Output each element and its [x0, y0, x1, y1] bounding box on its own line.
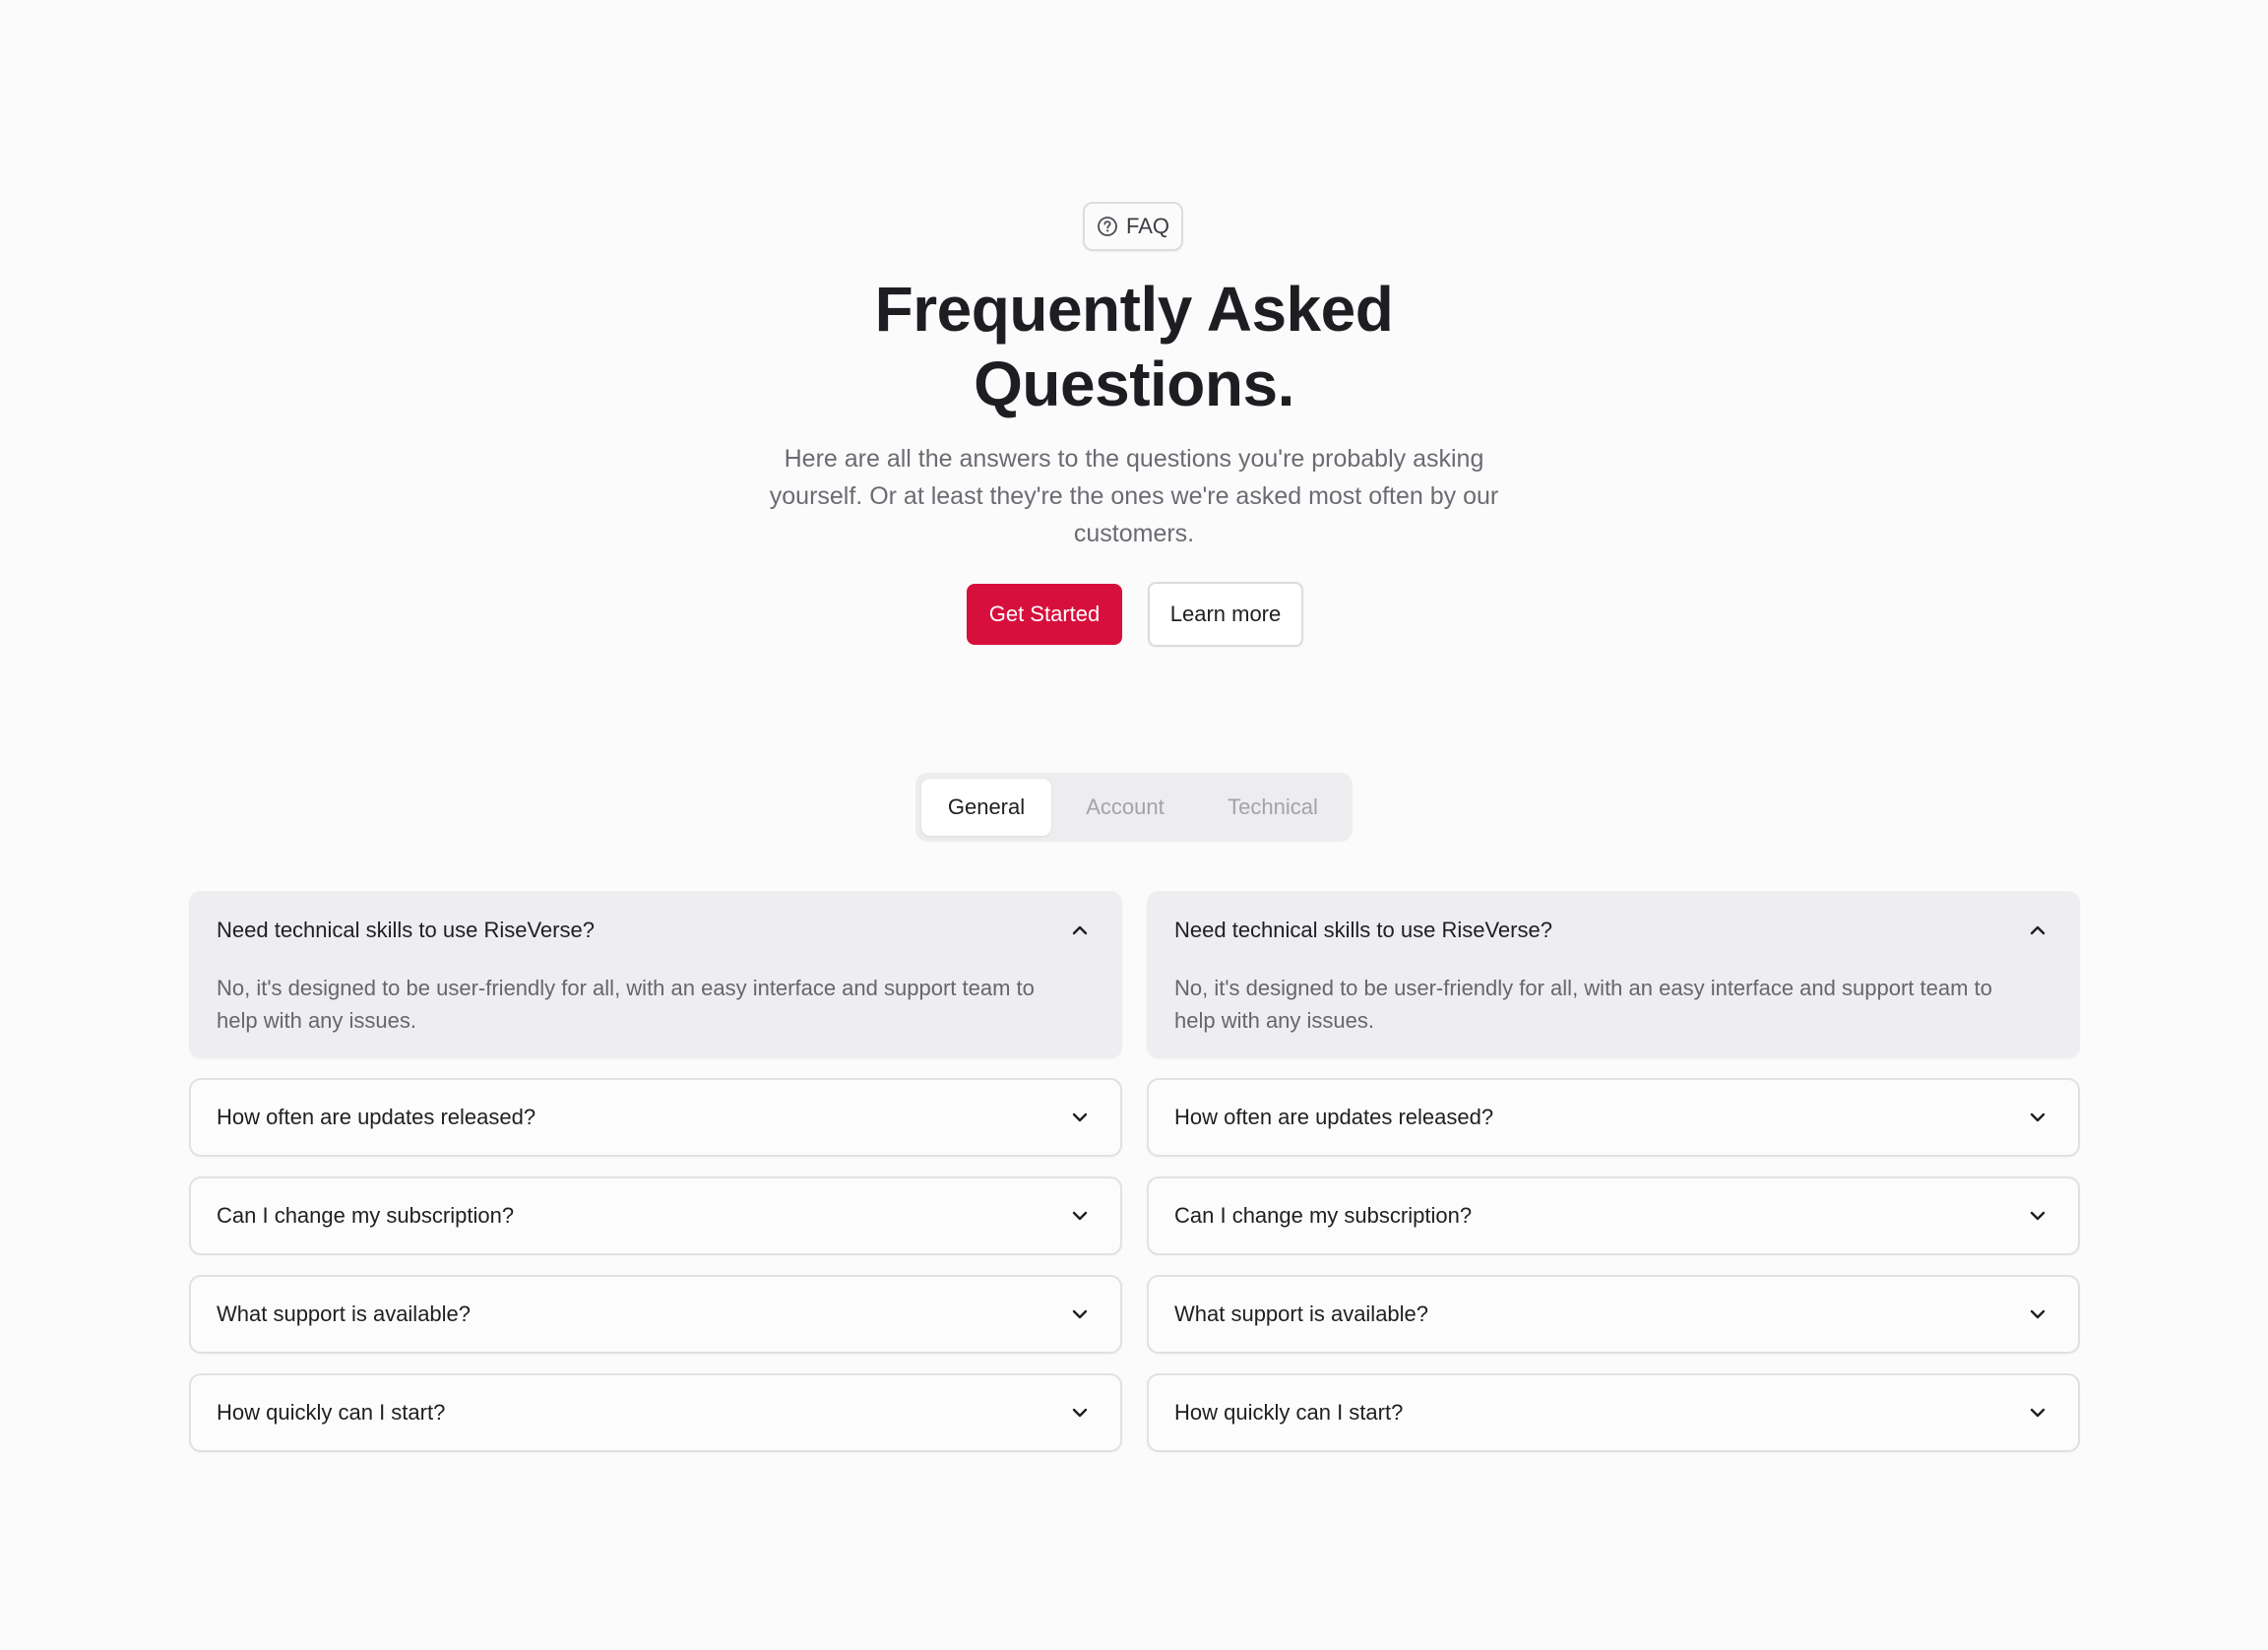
subtitle-line-2: yourself. Or at least they're the ones w… [769, 482, 1499, 510]
chevron-down-icon[interactable] [1069, 1303, 1091, 1325]
faq-question[interactable]: How quickly can I start? [1174, 1375, 1403, 1450]
faq-item[interactable]: Need technical skills to use RiseVerse? … [1147, 891, 2080, 1058]
faq-item[interactable]: Need technical skills to use RiseVerse? … [189, 891, 1122, 1058]
faq-item[interactable]: How quickly can I start? [189, 1373, 1122, 1452]
chevron-down-icon[interactable] [2027, 1205, 2048, 1227]
chevron-up-icon[interactable] [1069, 920, 1091, 941]
faq-question[interactable]: What support is available? [217, 1277, 471, 1352]
page-title-line-2: Questions. [974, 349, 1294, 419]
faq-answer-line-2: help with any issues. [217, 1008, 416, 1033]
learn-more-button[interactable]: Learn more [1148, 582, 1303, 647]
tab-technical[interactable]: Technical [1199, 779, 1347, 836]
chevron-down-icon[interactable] [1069, 1107, 1091, 1128]
faq-question[interactable]: Can I change my subscription? [217, 1178, 514, 1253]
faq-item[interactable]: How often are updates released? [1147, 1078, 2080, 1157]
get-started-button[interactable]: Get Started [967, 584, 1122, 645]
page-title-line-1: Frequently Asked [874, 274, 1394, 345]
faq-answer-line-1: No, it's designed to be user-friendly fo… [1174, 976, 1992, 1000]
faq-question[interactable]: How quickly can I start? [217, 1375, 445, 1450]
faq-question[interactable]: Need technical skills to use RiseVerse? [217, 893, 595, 968]
faq-item[interactable]: How quickly can I start? [1147, 1373, 2080, 1452]
faq-question[interactable]: Can I change my subscription? [1174, 1178, 1472, 1253]
faq-column-right: Need technical skills to use RiseVerse? … [1147, 891, 2080, 1472]
subtitle-line-1: Here are all the answers to the question… [784, 445, 1484, 473]
faq-question[interactable]: How often are updates released? [217, 1080, 536, 1155]
faq-answer: No, it's designed to be user-friendly fo… [217, 972, 1093, 1037]
subtitle-line-3: customers. [1073, 520, 1195, 547]
faq-category-tabs: General Account Technical [915, 773, 1353, 842]
faq-item[interactable]: What support is available? [1147, 1275, 2080, 1354]
question-circle-icon [1097, 216, 1118, 237]
faq-question[interactable]: What support is available? [1174, 1277, 1428, 1352]
chevron-down-icon[interactable] [2027, 1107, 2048, 1128]
faq-column-left: Need technical skills to use RiseVerse? … [189, 891, 1122, 1472]
faq-question[interactable]: Need technical skills to use RiseVerse? [1174, 893, 1552, 968]
faq-item[interactable]: Can I change my subscription? [1147, 1176, 2080, 1255]
faq-badge: FAQ [1083, 202, 1183, 251]
faq-answer: No, it's designed to be user-friendly fo… [1174, 972, 2050, 1037]
faq-badge-label: FAQ [1125, 214, 1169, 238]
page-title: Frequently Asked Questions. [642, 272, 1626, 421]
faq-item[interactable]: What support is available? [189, 1275, 1122, 1354]
faq-answer-line-2: help with any issues. [1174, 1008, 1374, 1033]
chevron-up-icon[interactable] [2027, 920, 2048, 941]
tab-general[interactable]: General [921, 779, 1051, 836]
faq-item[interactable]: Can I change my subscription? [189, 1176, 1122, 1255]
chevron-down-icon[interactable] [1069, 1205, 1091, 1227]
chevron-down-icon[interactable] [2027, 1402, 2048, 1424]
chevron-down-icon[interactable] [1069, 1402, 1091, 1424]
chevron-down-icon[interactable] [2027, 1303, 2048, 1325]
tab-account[interactable]: Account [1051, 779, 1199, 836]
faq-question[interactable]: How often are updates released? [1174, 1080, 1493, 1155]
faq-item[interactable]: How often are updates released? [189, 1078, 1122, 1157]
page-subtitle: Here are all the answers to the question… [740, 440, 1528, 552]
faq-answer-line-1: No, it's designed to be user-friendly fo… [217, 976, 1035, 1000]
